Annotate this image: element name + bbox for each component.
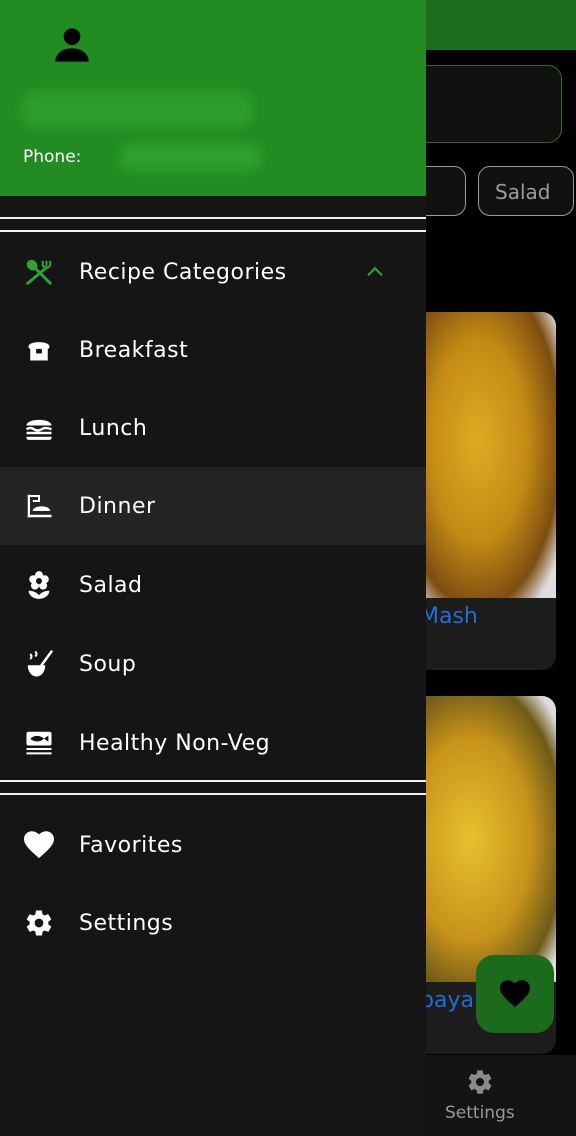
heart-icon (24, 830, 54, 860)
gear-icon[interactable] (466, 1068, 494, 1096)
user-name-redacted (22, 92, 252, 128)
drawer-item-soup[interactable]: Soup (0, 625, 426, 703)
fish-plate-icon (24, 728, 54, 758)
drawer-item-label: Healthy Non-Veg (79, 730, 271, 756)
recipe-title: Mash (420, 604, 478, 629)
soup-ladle-icon (24, 649, 54, 679)
favorite-fab[interactable] (476, 955, 554, 1033)
flower-icon (24, 570, 54, 600)
drawer-item-settings[interactable]: Settings (0, 884, 426, 962)
bread-icon (24, 335, 54, 365)
drawer-item-dinner[interactable]: Dinner (0, 467, 426, 545)
drawer-item-label: Dinner (79, 493, 156, 519)
drawer-item-label: Settings (79, 910, 174, 936)
divider (0, 780, 426, 782)
drawer-item-lunch[interactable]: Lunch (0, 389, 426, 467)
drawer-item-breakfast[interactable]: Breakfast (0, 311, 426, 389)
phone-number-redacted (120, 144, 260, 170)
dinner-icon (24, 491, 54, 521)
drawer-header: Phone: (0, 0, 426, 196)
recipe-categories-label: Recipe Categories (79, 259, 287, 285)
drawer-item-label: Breakfast (79, 337, 189, 363)
burger-icon (24, 413, 54, 443)
divider (0, 230, 426, 232)
recipe-title: paya (420, 988, 474, 1013)
navigation-drawer: Phone: Recipe Categories Breakfast Lunch… (0, 0, 426, 1136)
drawer-item-salad[interactable]: Salad (0, 546, 426, 624)
phone-label: Phone: (23, 147, 82, 167)
drawer-item-favorites[interactable]: Favorites (0, 806, 426, 884)
person-icon (55, 28, 89, 62)
bottom-nav-settings-label[interactable]: Settings (445, 1103, 515, 1123)
recipe-categories-toggle[interactable]: Recipe Categories (0, 233, 426, 311)
drawer-item-label: Salad (79, 572, 143, 598)
divider (0, 217, 426, 219)
drawer-item-label: Soup (79, 651, 137, 677)
gear-icon (24, 908, 54, 938)
divider (0, 793, 426, 795)
drawer-item-label: Favorites (79, 832, 183, 858)
chevron-up-icon[interactable] (364, 261, 386, 283)
heart-icon (500, 980, 530, 1008)
category-chip-salad[interactable]: Salad (478, 166, 574, 216)
drawer-item-healthy-non-veg[interactable]: Healthy Non-Veg (0, 704, 426, 782)
utensils-icon (24, 257, 54, 287)
drawer-item-label: Lunch (79, 415, 148, 441)
